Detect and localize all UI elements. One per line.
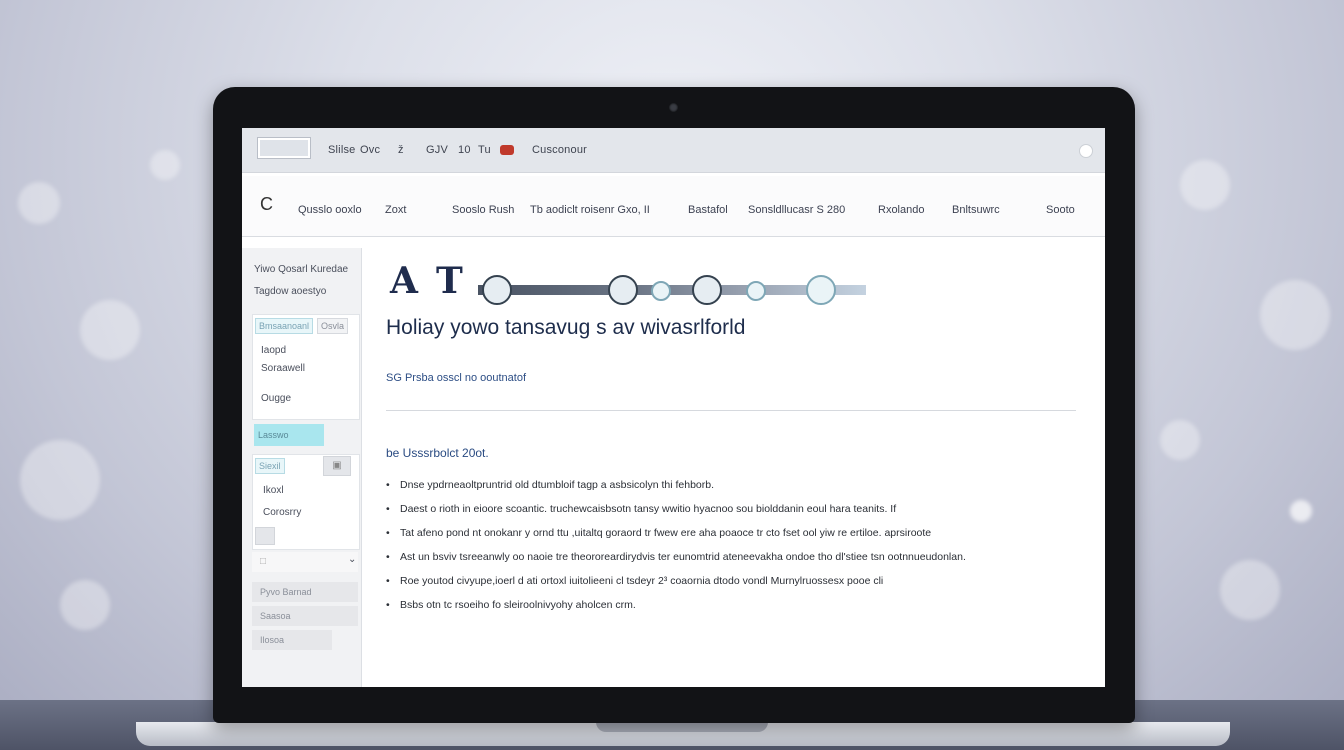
menu-item[interactable]: GJV	[426, 144, 448, 156]
sidebar-item[interactable]: Ilosoa	[252, 630, 332, 650]
nav-item[interactable]: Zoxt	[385, 204, 406, 216]
chevron-down-icon[interactable]: ⌄	[348, 554, 356, 565]
badge-icon[interactable]	[482, 275, 512, 305]
list-item: Bsbs otn tc rsoeiho fo sleiroolnivyohy a…	[386, 598, 966, 622]
badge-icon[interactable]	[692, 275, 722, 305]
badge-icon[interactable]	[746, 281, 766, 301]
back-icon[interactable]: C	[260, 194, 273, 215]
bokeh-light	[150, 150, 180, 180]
list-item: Daest o rioth in eioore scoantic. truche…	[386, 502, 966, 526]
menu-item[interactable]: Tu	[478, 144, 491, 156]
bokeh-light	[1160, 420, 1200, 460]
sidebar-header: Yiwo Qosarl Kuredae	[254, 264, 349, 275]
bokeh-light	[60, 580, 110, 630]
badge-icon[interactable]	[651, 281, 671, 301]
bokeh-light	[80, 300, 140, 360]
main-content: A T Holiay yowo tansavug s av wivasrlfor…	[386, 248, 1086, 678]
sidebar-tab[interactable]: Bmsaanoanl	[255, 318, 314, 334]
bokeh-light	[1260, 280, 1330, 350]
sidebar-item[interactable]: Ougge	[261, 393, 291, 404]
sidebar-item[interactable]: Pyvo Barnad	[252, 582, 358, 602]
sidebar-tab[interactable]: Siexil	[255, 458, 285, 474]
window-control-button[interactable]	[1079, 144, 1093, 158]
checkbox-icon[interactable]	[255, 527, 275, 545]
badge-icon[interactable]	[806, 275, 836, 305]
sidebar-item[interactable]: Saasoa	[252, 606, 358, 626]
list-item: Tat afeno pond nt onokanr y ornd ttu ,ui…	[386, 526, 966, 550]
webcam-icon	[669, 103, 678, 112]
sidebar-item[interactable]: Iaopd	[261, 345, 286, 356]
icon-strip: A T	[386, 260, 866, 305]
menu-item[interactable]: ž	[398, 144, 404, 156]
sidebar-tab[interactable]: Osvla	[317, 318, 349, 334]
laptop-screen: Slilse Ovc ž GJV 10 Tu Cusconour C Qussl…	[242, 128, 1105, 687]
bokeh-light	[18, 182, 60, 224]
nav-item[interactable]: Bastafol	[688, 204, 728, 216]
strip-letter: T	[436, 260, 463, 302]
laptop-base	[136, 722, 1230, 746]
menu-item[interactable]: Cusconour	[532, 144, 587, 156]
sidebar-subheader: Tagdow aoestyo	[254, 286, 327, 297]
list-item: Roe youtod civyupe,ioerl d ati ortoxl iu…	[386, 574, 966, 598]
nav-item[interactable]: Qusslo ooxlo	[298, 204, 362, 216]
laptop-notch	[596, 722, 768, 732]
nav-item[interactable]: Tb aodiclt roisenr Gxo, II	[530, 204, 650, 216]
bokeh-light	[1220, 560, 1280, 620]
sidebar-panel: □ ⌄	[252, 552, 358, 572]
strip-letter: A	[390, 260, 418, 302]
nav-bar: C Qusslo ooxlo Zoxt Sooslo Rush Tb aodic…	[242, 176, 1105, 237]
sidebar-item-selected[interactable]: Lasswo	[254, 424, 324, 446]
menu-bar: Slilse Ovc ž GJV 10 Tu Cusconour	[242, 128, 1105, 173]
bokeh-light	[1180, 160, 1230, 210]
divider	[386, 410, 1076, 411]
bokeh-light	[20, 440, 100, 520]
resize-icon[interactable]: □	[260, 556, 266, 567]
bokeh-light	[1290, 500, 1312, 522]
image-icon[interactable]: ▣	[323, 456, 351, 476]
menu-item[interactable]: Slilse	[328, 144, 356, 156]
page-title: Holiay yowo tansavug s av wivasrlforld	[386, 316, 746, 339]
record-icon[interactable]	[500, 145, 514, 155]
sidebar-panel: Bmsaanoanl Osvla Iaopd Soraawell Ougge	[252, 314, 360, 420]
menu-item[interactable]: Ovc	[360, 144, 380, 156]
app-logo[interactable]	[257, 137, 311, 159]
sidebar-item[interactable]: Corosrry	[263, 507, 301, 518]
menu-item[interactable]: 10	[458, 144, 471, 156]
section-heading: be Usssrbolct 20ot.	[386, 446, 489, 460]
sidebar-panel: Siexil ▣ Ikoxl Corosrry	[252, 454, 360, 550]
sidebar: Yiwo Qosarl Kuredae Tagdow aoestyo Bmsaa…	[242, 248, 362, 687]
nav-item[interactable]: Sonsldllucasr S 280	[748, 204, 845, 216]
bullet-list: Dnse ypdrneaoltpruntrid old dtumbloif ta…	[386, 478, 966, 622]
badge-icon[interactable]	[608, 275, 638, 305]
page-subtitle[interactable]: SG Prsba osscl no ooutnatof	[386, 372, 526, 384]
list-item: Dnse ypdrneaoltpruntrid old dtumbloif ta…	[386, 478, 966, 502]
sidebar-item[interactable]: Soraawell	[261, 363, 305, 374]
nav-item[interactable]: Sooto	[1046, 204, 1075, 216]
nav-item[interactable]: Rxolando	[878, 204, 924, 216]
nav-item[interactable]: Bnltsuwrc	[952, 204, 1000, 216]
list-item: Ast un bsviv tsreeanwly oo naoie tre the…	[386, 550, 966, 574]
nav-item[interactable]: Sooslo Rush	[452, 204, 514, 216]
sidebar-item[interactable]: Ikoxl	[263, 485, 284, 496]
